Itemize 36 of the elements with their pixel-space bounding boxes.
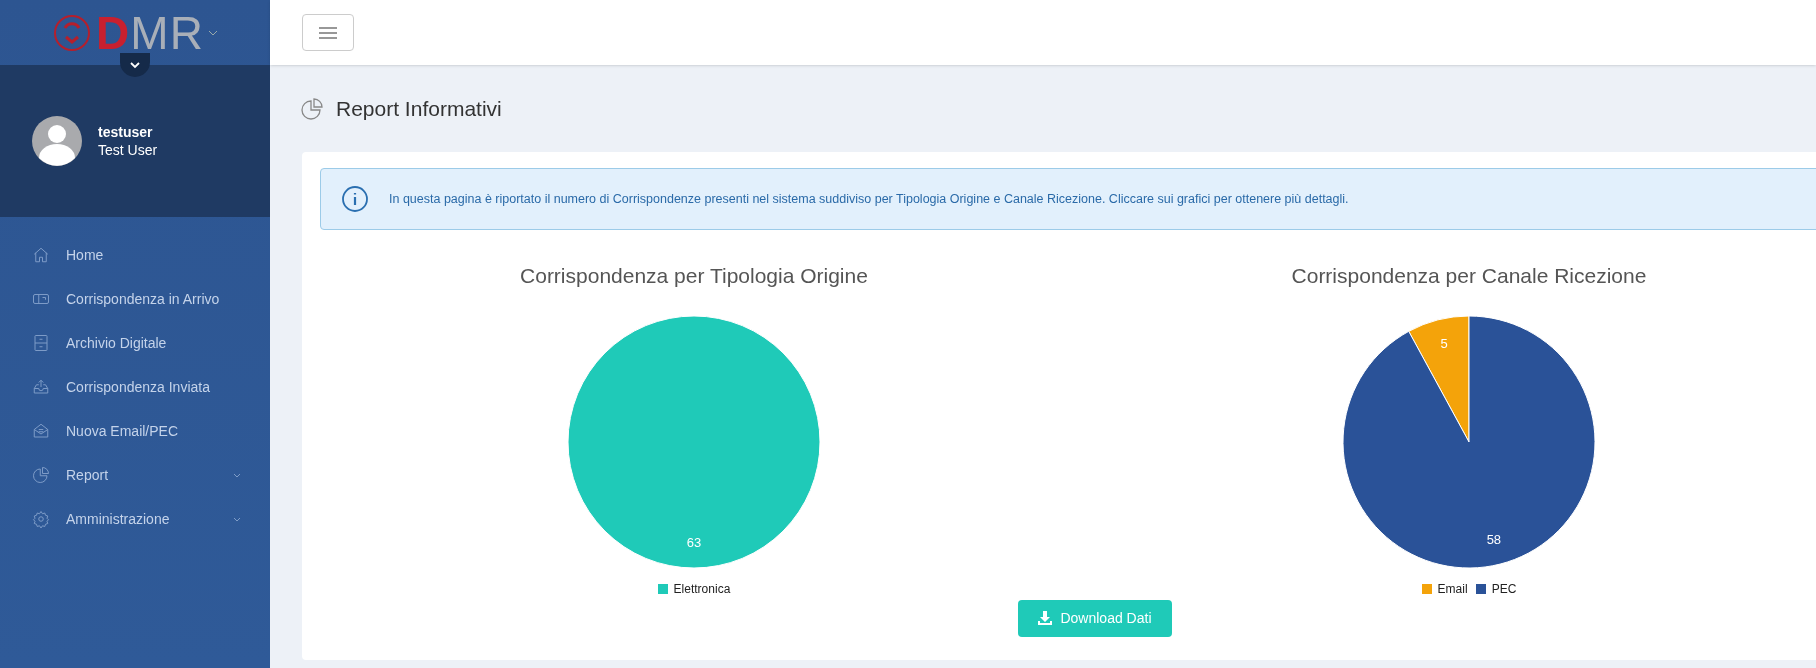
info-icon <box>341 185 369 213</box>
data-label: 58 <box>1486 531 1502 547</box>
sidebar-item[interactable]: Corrispondenza Inviata <box>0 365 270 409</box>
avatar[interactable] <box>32 116 82 166</box>
cabinet-icon <box>32 334 50 352</box>
sidebar-item[interactable]: Corrispondenza in Arrivo <box>0 277 270 321</box>
sidebar-item[interactable]: Archivio Digitale <box>0 321 270 365</box>
user-full-name: Test User <box>98 141 158 159</box>
sidebar-item[interactable]: Nuova Email/PEC <box>0 409 270 453</box>
username: testuser <box>98 123 154 141</box>
collapse-button[interactable] <box>120 53 150 77</box>
info-text: In questa pagina è riportato il numero di Corrispondenze presenti nel sistema suddiviso per Tipologia Origine e Canale Ricezione. Cliccare sui grafici per ottenere più dettagli. <box>389 190 1349 208</box>
legend-label[interactable]: PEC <box>1491 579 1517 598</box>
logo-icon <box>51 12 92 53</box>
settings-icon <box>32 510 50 528</box>
chart-title: Corrispondenza per Tipologia Origine <box>520 263 868 289</box>
sidebar-item[interactable]: Home <box>0 233 270 277</box>
data-label: 5 <box>1440 335 1448 351</box>
envelope-icon <box>32 422 50 440</box>
pie-slice[interactable] <box>1342 315 1596 568</box>
upload-tray-icon <box>32 378 50 396</box>
sidebar-item[interactable]: Report <box>0 453 270 497</box>
home-icon <box>32 246 50 264</box>
legend-label[interactable]: Email <box>1437 579 1468 598</box>
pie-chart-icon <box>32 466 50 484</box>
download-icon <box>1038 611 1053 625</box>
sidebar-item[interactable]: Amministrazione <box>0 497 270 541</box>
chart-title: Corrispondenza per Canale Ricezione <box>1291 263 1647 289</box>
legend-label[interactable]: Elettronica <box>673 579 731 598</box>
menu-button[interactable] <box>302 14 354 51</box>
page-title: Report Informativi <box>336 95 502 122</box>
data-label: 63 <box>686 534 702 550</box>
menu-icon <box>319 25 337 40</box>
chevron-down-icon <box>129 59 141 71</box>
logo-text[interactable]: DMR <box>95 9 205 56</box>
pie-chart-icon <box>300 96 324 121</box>
